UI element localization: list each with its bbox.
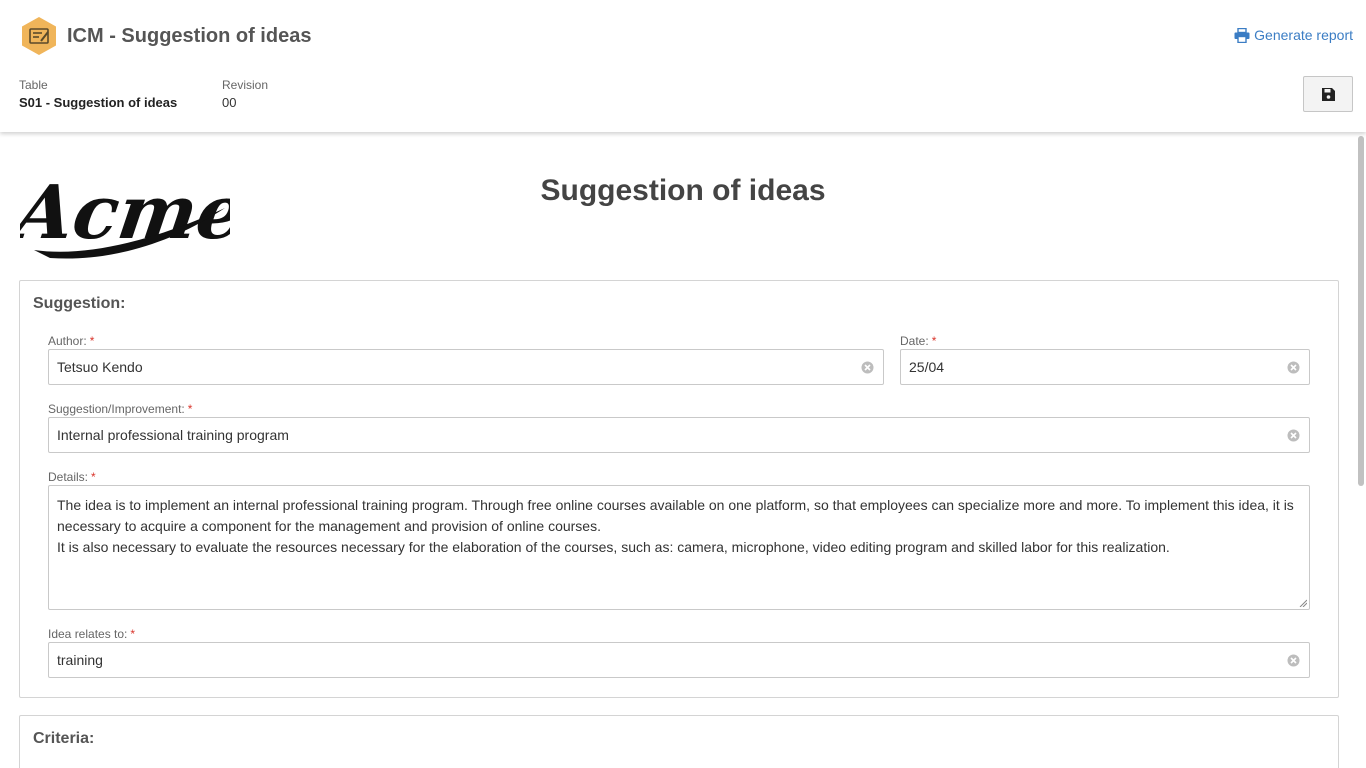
revision-value: 00 [222, 95, 237, 110]
revision-meta: Revision 00 [222, 78, 268, 110]
relates-input[interactable]: training [48, 642, 1310, 678]
date-label: Date: * [900, 334, 937, 348]
details-label: Details: * [48, 470, 96, 484]
criteria-section-title: Criteria: [33, 730, 95, 747]
scrollbar-thumb[interactable] [1358, 136, 1364, 486]
table-meta: Table S01 - Suggestion of ideas [19, 78, 177, 110]
author-input[interactable]: Tetsuo Kendo [48, 349, 884, 385]
app-header: ICM - Suggestion of ideas Generate repor… [0, 0, 1366, 132]
required-mark: * [130, 627, 136, 641]
details-textarea[interactable]: The idea is to implement an internal pro… [48, 485, 1310, 610]
floppy-disk-icon [1321, 87, 1335, 101]
printer-icon [1234, 27, 1250, 43]
generate-report-label: Generate report [1254, 27, 1353, 43]
date-input[interactable]: 25/04 [900, 349, 1310, 385]
required-mark: * [91, 470, 96, 484]
table-value: S01 - Suggestion of ideas [19, 95, 178, 110]
details-line: The idea is to implement an internal pro… [57, 497, 1294, 513]
resize-handle-icon[interactable] [1299, 599, 1307, 607]
author-value: Tetsuo Kendo [57, 359, 143, 375]
author-label: Author: * [48, 334, 95, 348]
required-mark: * [931, 334, 937, 348]
relates-value: training [57, 652, 103, 668]
clear-icon[interactable] [1287, 361, 1300, 374]
clear-icon[interactable] [1287, 429, 1300, 442]
app-title: ICM - Suggestion of ideas [67, 25, 312, 47]
relates-label: Idea relates to: * [48, 627, 136, 641]
form-title: Suggestion of ideas [540, 174, 826, 207]
details-line: It is also necessary to evaluate the res… [57, 539, 1170, 555]
save-button[interactable] [1303, 76, 1353, 112]
suggestion-section-title: Suggestion: [33, 295, 126, 312]
revision-label: Revision [222, 78, 269, 92]
clear-icon[interactable] [1287, 654, 1300, 667]
required-mark: * [89, 334, 95, 348]
table-label: Table [19, 78, 48, 92]
generate-report-button[interactable]: Generate report [1234, 27, 1353, 43]
app-form-icon [22, 17, 56, 55]
required-mark: * [187, 402, 193, 416]
form-content: Acme Suggestion of ideas Suggestion: Aut… [0, 132, 1366, 768]
clear-icon[interactable] [861, 361, 874, 374]
date-value: 25/04 [909, 359, 945, 375]
suggestion-input[interactable]: Internal professional training program [48, 417, 1310, 453]
suggestion-value: Internal professional training program [57, 427, 289, 443]
suggestion-panel: Suggestion: Author: * Tetsuo Kendo Date: *… [19, 280, 1339, 698]
details-line: necessary to acquire a component for the… [57, 518, 601, 534]
criteria-panel: Criteria: [19, 715, 1339, 768]
suggestion-label: Suggestion/Improvement: * [48, 402, 193, 416]
